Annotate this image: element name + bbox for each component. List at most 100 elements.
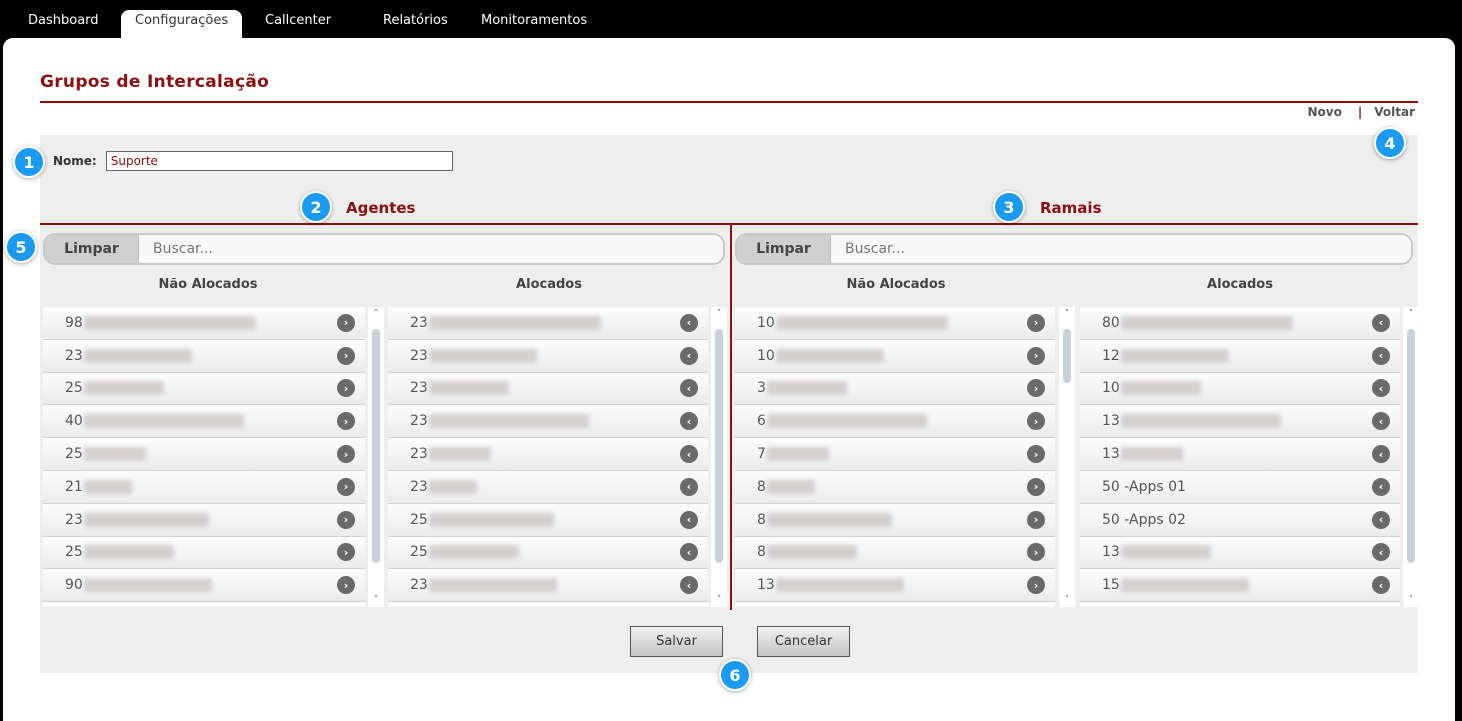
extensions-not-allocated-list[interactable]: 10 › 10 › 3 › 6 › 7 › 8 › 8 › 8 › 13 › xyxy=(735,307,1055,607)
list-item[interactable]: 10 › xyxy=(735,307,1055,340)
list-item[interactable]: 25 › xyxy=(43,536,365,570)
back-link[interactable]: Voltar xyxy=(1374,105,1415,119)
extensions-not-allocated-scrollbar[interactable]: ˄ ˅ xyxy=(1059,307,1075,607)
tab-monitoramentos[interactable]: Monitoramentos xyxy=(467,10,601,38)
extensions-allocated-list[interactable]: 80 ‹ 12 ‹ 10 ‹ 13 ‹ 13 ‹ 50 -Apps 01 ‹ 50 -Apps 02 ‹ 1… xyxy=(1080,307,1400,607)
caret-up-icon[interactable]: ˄ xyxy=(1403,307,1419,321)
list-item[interactable]: 25 › xyxy=(43,372,365,406)
chevron-right-icon[interactable]: › xyxy=(1027,313,1045,332)
chevron-left-icon[interactable]: ‹ xyxy=(1372,313,1390,332)
tab-callcenter[interactable]: Callcenter xyxy=(251,10,345,38)
extensions-allocated-scrollbar[interactable]: ˄ ˅ xyxy=(1403,307,1419,607)
chevron-right-icon[interactable]: › xyxy=(1027,346,1045,365)
list-item[interactable]: 98 › xyxy=(43,307,365,340)
chevron-left-icon[interactable]: ‹ xyxy=(1372,477,1390,496)
list-item[interactable]: 3 › xyxy=(735,372,1055,406)
caret-down-icon[interactable]: ˅ xyxy=(1403,593,1419,607)
list-item[interactable]: 23 ‹ xyxy=(388,339,708,373)
caret-up-icon[interactable]: ˄ xyxy=(1059,307,1075,321)
chevron-right-icon[interactable]: › xyxy=(337,543,355,562)
list-item[interactable]: 23 › xyxy=(43,503,365,537)
list-item[interactable]: 23 ‹ xyxy=(388,569,708,603)
scroll-thumb[interactable] xyxy=(372,329,380,563)
list-item[interactable]: 90 › xyxy=(43,569,365,603)
extensions-search-input[interactable] xyxy=(831,235,1411,263)
list-item[interactable]: 23 ‹ xyxy=(388,372,708,406)
caret-down-icon[interactable]: ˅ xyxy=(711,593,727,607)
chevron-left-icon[interactable]: ‹ xyxy=(1372,346,1390,365)
chevron-left-icon[interactable]: ‹ xyxy=(680,543,698,562)
list-item[interactable]: 8 › xyxy=(735,470,1055,504)
list-item[interactable]: 13 › xyxy=(735,569,1055,603)
scroll-thumb[interactable] xyxy=(715,329,723,563)
list-item[interactable]: 23 ‹ xyxy=(388,470,708,504)
chevron-right-icon[interactable]: › xyxy=(1027,576,1045,595)
list-item[interactable]: 8 › xyxy=(735,503,1055,537)
list-item[interactable]: 50 -Apps 02 ‹ xyxy=(1080,503,1400,537)
caret-down-icon[interactable]: ˅ xyxy=(1059,593,1075,607)
chevron-left-icon[interactable]: ‹ xyxy=(680,313,698,332)
chevron-right-icon[interactable]: › xyxy=(337,576,355,595)
list-item[interactable]: 13 ‹ xyxy=(1080,536,1400,570)
chevron-left-icon[interactable]: ‹ xyxy=(680,510,698,529)
caret-down-icon[interactable]: ˅ xyxy=(368,593,384,607)
agents-search-input[interactable] xyxy=(139,235,723,263)
caret-up-icon[interactable]: ˄ xyxy=(368,307,384,321)
new-link[interactable]: Novo xyxy=(1308,105,1342,119)
list-item[interactable]: 25 ‹ xyxy=(388,503,708,537)
list-item[interactable]: 23 ‹ xyxy=(388,405,708,439)
chevron-left-icon[interactable]: ‹ xyxy=(680,477,698,496)
chevron-left-icon[interactable]: ‹ xyxy=(1372,379,1390,398)
chevron-right-icon[interactable]: › xyxy=(337,477,355,496)
tab-dashboard[interactable]: Dashboard xyxy=(14,10,113,38)
tab-relatorios[interactable]: Relatórios xyxy=(369,10,462,38)
list-item[interactable]: 6 › xyxy=(735,405,1055,439)
agents-not-allocated-list[interactable]: 98 › 23 › 25 › 40 › 25 › 21 › 23 › 25 › 90 › xyxy=(43,307,365,607)
chevron-right-icon[interactable]: › xyxy=(337,510,355,529)
chevron-left-icon[interactable]: ‹ xyxy=(680,445,698,464)
chevron-right-icon[interactable]: › xyxy=(337,445,355,464)
list-item[interactable]: 13 ‹ xyxy=(1080,405,1400,439)
list-item[interactable]: 7 › xyxy=(735,438,1055,471)
chevron-right-icon[interactable]: › xyxy=(1027,543,1045,562)
list-item[interactable]: 21 › xyxy=(43,470,365,504)
chevron-left-icon[interactable]: ‹ xyxy=(1372,543,1390,562)
chevron-right-icon[interactable]: › xyxy=(1027,445,1045,464)
list-item[interactable]: 40 › xyxy=(43,405,365,439)
name-input[interactable] xyxy=(105,151,453,171)
chevron-left-icon[interactable]: ‹ xyxy=(680,379,698,398)
chevron-right-icon[interactable]: › xyxy=(1027,510,1045,529)
chevron-right-icon[interactable]: › xyxy=(337,313,355,332)
scroll-thumb[interactable] xyxy=(1063,329,1071,383)
list-item[interactable]: 23 ‹ xyxy=(388,307,708,340)
chevron-right-icon[interactable]: › xyxy=(337,379,355,398)
list-item[interactable]: 15 ‹ xyxy=(1080,569,1400,603)
list-item[interactable]: 10 › xyxy=(735,339,1055,373)
list-item[interactable]: 10 ‹ xyxy=(1080,372,1400,406)
chevron-left-icon[interactable]: ‹ xyxy=(680,412,698,431)
chevron-left-icon[interactable]: ‹ xyxy=(680,346,698,365)
agents-clear-button[interactable]: Limpar xyxy=(45,235,139,263)
agents-allocated-scrollbar[interactable]: ˄ ˅ xyxy=(711,307,727,607)
list-item[interactable]: 50 -Apps 01 ‹ xyxy=(1080,470,1400,504)
agents-not-allocated-scrollbar[interactable]: ˄ ˅ xyxy=(368,307,384,607)
agents-allocated-list[interactable]: 23 ‹ 23 ‹ 23 ‹ 23 ‹ 23 ‹ 23 ‹ 25 ‹ 25 ‹ 23 ‹ xyxy=(388,307,708,607)
list-item[interactable]: 8 › xyxy=(735,536,1055,570)
list-item[interactable]: 25 ‹ xyxy=(388,536,708,570)
list-item[interactable]: 12 ‹ xyxy=(1080,339,1400,373)
extensions-clear-button[interactable]: Limpar xyxy=(737,235,831,263)
chevron-right-icon[interactable]: › xyxy=(1027,412,1045,431)
chevron-left-icon[interactable]: ‹ xyxy=(1372,412,1390,431)
scroll-thumb[interactable] xyxy=(1407,329,1415,563)
chevron-right-icon[interactable]: › xyxy=(1027,477,1045,496)
list-item[interactable]: 25 › xyxy=(43,438,365,471)
chevron-left-icon[interactable]: ‹ xyxy=(680,576,698,595)
chevron-right-icon[interactable]: › xyxy=(1027,379,1045,398)
save-button[interactable]: Salvar xyxy=(630,626,723,657)
list-item[interactable]: 23 › xyxy=(43,339,365,373)
chevron-left-icon[interactable]: ‹ xyxy=(1372,445,1390,464)
caret-up-icon[interactable]: ˄ xyxy=(711,307,727,321)
chevron-right-icon[interactable]: › xyxy=(337,346,355,365)
cancel-button[interactable]: Cancelar xyxy=(757,626,850,657)
chevron-left-icon[interactable]: ‹ xyxy=(1372,576,1390,595)
